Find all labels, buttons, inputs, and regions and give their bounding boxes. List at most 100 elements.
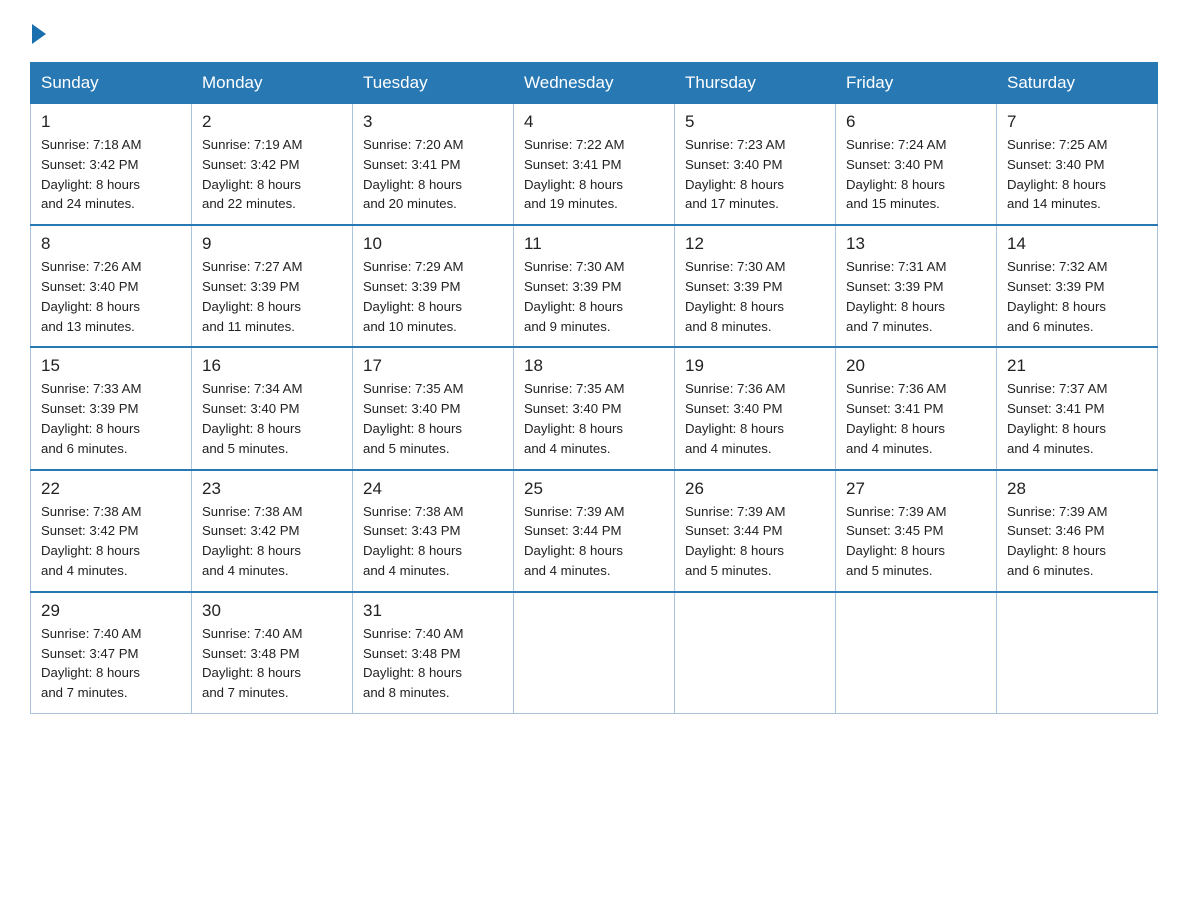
calendar-cell: 25 Sunrise: 7:39 AMSunset: 3:44 PMDaylig…	[514, 470, 675, 592]
day-number: 13	[846, 234, 986, 254]
logo-arrow-icon	[32, 24, 46, 44]
day-header-wednesday: Wednesday	[514, 63, 675, 104]
day-number: 28	[1007, 479, 1147, 499]
day-header-thursday: Thursday	[675, 63, 836, 104]
day-header-monday: Monday	[192, 63, 353, 104]
day-number: 25	[524, 479, 664, 499]
calendar-cell: 30 Sunrise: 7:40 AMSunset: 3:48 PMDaylig…	[192, 592, 353, 714]
day-info: Sunrise: 7:40 AMSunset: 3:47 PMDaylight:…	[41, 624, 181, 703]
day-number: 17	[363, 356, 503, 376]
calendar-cell: 28 Sunrise: 7:39 AMSunset: 3:46 PMDaylig…	[997, 470, 1158, 592]
calendar-cell: 12 Sunrise: 7:30 AMSunset: 3:39 PMDaylig…	[675, 225, 836, 347]
calendar-cell: 7 Sunrise: 7:25 AMSunset: 3:40 PMDayligh…	[997, 104, 1158, 226]
day-info: Sunrise: 7:22 AMSunset: 3:41 PMDaylight:…	[524, 135, 664, 214]
day-info: Sunrise: 7:33 AMSunset: 3:39 PMDaylight:…	[41, 379, 181, 458]
day-number: 16	[202, 356, 342, 376]
day-header-tuesday: Tuesday	[353, 63, 514, 104]
day-header-friday: Friday	[836, 63, 997, 104]
calendar-cell	[514, 592, 675, 714]
day-number: 18	[524, 356, 664, 376]
day-number: 20	[846, 356, 986, 376]
day-info: Sunrise: 7:38 AMSunset: 3:42 PMDaylight:…	[41, 502, 181, 581]
day-number: 19	[685, 356, 825, 376]
calendar-cell: 5 Sunrise: 7:23 AMSunset: 3:40 PMDayligh…	[675, 104, 836, 226]
day-number: 1	[41, 112, 181, 132]
page-header	[30, 20, 1158, 44]
calendar-week-row: 8 Sunrise: 7:26 AMSunset: 3:40 PMDayligh…	[31, 225, 1158, 347]
day-info: Sunrise: 7:30 AMSunset: 3:39 PMDaylight:…	[524, 257, 664, 336]
calendar-week-row: 1 Sunrise: 7:18 AMSunset: 3:42 PMDayligh…	[31, 104, 1158, 226]
day-info: Sunrise: 7:27 AMSunset: 3:39 PMDaylight:…	[202, 257, 342, 336]
calendar-cell: 8 Sunrise: 7:26 AMSunset: 3:40 PMDayligh…	[31, 225, 192, 347]
calendar-cell	[997, 592, 1158, 714]
calendar-cell: 22 Sunrise: 7:38 AMSunset: 3:42 PMDaylig…	[31, 470, 192, 592]
day-number: 22	[41, 479, 181, 499]
day-number: 11	[524, 234, 664, 254]
day-number: 5	[685, 112, 825, 132]
calendar-table: SundayMondayTuesdayWednesdayThursdayFrid…	[30, 62, 1158, 714]
calendar-cell: 31 Sunrise: 7:40 AMSunset: 3:48 PMDaylig…	[353, 592, 514, 714]
day-info: Sunrise: 7:35 AMSunset: 3:40 PMDaylight:…	[524, 379, 664, 458]
calendar-cell: 11 Sunrise: 7:30 AMSunset: 3:39 PMDaylig…	[514, 225, 675, 347]
calendar-week-row: 29 Sunrise: 7:40 AMSunset: 3:47 PMDaylig…	[31, 592, 1158, 714]
logo	[30, 20, 46, 44]
day-number: 2	[202, 112, 342, 132]
day-info: Sunrise: 7:38 AMSunset: 3:42 PMDaylight:…	[202, 502, 342, 581]
day-number: 12	[685, 234, 825, 254]
day-info: Sunrise: 7:36 AMSunset: 3:40 PMDaylight:…	[685, 379, 825, 458]
day-number: 9	[202, 234, 342, 254]
day-info: Sunrise: 7:38 AMSunset: 3:43 PMDaylight:…	[363, 502, 503, 581]
calendar-cell: 17 Sunrise: 7:35 AMSunset: 3:40 PMDaylig…	[353, 347, 514, 469]
day-info: Sunrise: 7:25 AMSunset: 3:40 PMDaylight:…	[1007, 135, 1147, 214]
calendar-week-row: 15 Sunrise: 7:33 AMSunset: 3:39 PMDaylig…	[31, 347, 1158, 469]
day-number: 23	[202, 479, 342, 499]
day-info: Sunrise: 7:40 AMSunset: 3:48 PMDaylight:…	[363, 624, 503, 703]
day-info: Sunrise: 7:39 AMSunset: 3:45 PMDaylight:…	[846, 502, 986, 581]
calendar-cell: 14 Sunrise: 7:32 AMSunset: 3:39 PMDaylig…	[997, 225, 1158, 347]
calendar-cell: 20 Sunrise: 7:36 AMSunset: 3:41 PMDaylig…	[836, 347, 997, 469]
day-info: Sunrise: 7:24 AMSunset: 3:40 PMDaylight:…	[846, 135, 986, 214]
calendar-cell: 23 Sunrise: 7:38 AMSunset: 3:42 PMDaylig…	[192, 470, 353, 592]
day-info: Sunrise: 7:32 AMSunset: 3:39 PMDaylight:…	[1007, 257, 1147, 336]
calendar-cell: 21 Sunrise: 7:37 AMSunset: 3:41 PMDaylig…	[997, 347, 1158, 469]
day-number: 26	[685, 479, 825, 499]
calendar-cell: 26 Sunrise: 7:39 AMSunset: 3:44 PMDaylig…	[675, 470, 836, 592]
calendar-cell	[675, 592, 836, 714]
day-info: Sunrise: 7:20 AMSunset: 3:41 PMDaylight:…	[363, 135, 503, 214]
calendar-cell: 27 Sunrise: 7:39 AMSunset: 3:45 PMDaylig…	[836, 470, 997, 592]
calendar-cell: 4 Sunrise: 7:22 AMSunset: 3:41 PMDayligh…	[514, 104, 675, 226]
day-info: Sunrise: 7:34 AMSunset: 3:40 PMDaylight:…	[202, 379, 342, 458]
calendar-header-row: SundayMondayTuesdayWednesdayThursdayFrid…	[31, 63, 1158, 104]
day-header-saturday: Saturday	[997, 63, 1158, 104]
day-number: 29	[41, 601, 181, 621]
calendar-cell: 3 Sunrise: 7:20 AMSunset: 3:41 PMDayligh…	[353, 104, 514, 226]
calendar-cell: 24 Sunrise: 7:38 AMSunset: 3:43 PMDaylig…	[353, 470, 514, 592]
calendar-cell: 2 Sunrise: 7:19 AMSunset: 3:42 PMDayligh…	[192, 104, 353, 226]
calendar-cell: 1 Sunrise: 7:18 AMSunset: 3:42 PMDayligh…	[31, 104, 192, 226]
day-number: 4	[524, 112, 664, 132]
day-info: Sunrise: 7:39 AMSunset: 3:44 PMDaylight:…	[524, 502, 664, 581]
day-info: Sunrise: 7:30 AMSunset: 3:39 PMDaylight:…	[685, 257, 825, 336]
day-info: Sunrise: 7:40 AMSunset: 3:48 PMDaylight:…	[202, 624, 342, 703]
day-number: 15	[41, 356, 181, 376]
calendar-week-row: 22 Sunrise: 7:38 AMSunset: 3:42 PMDaylig…	[31, 470, 1158, 592]
day-info: Sunrise: 7:39 AMSunset: 3:44 PMDaylight:…	[685, 502, 825, 581]
calendar-cell: 18 Sunrise: 7:35 AMSunset: 3:40 PMDaylig…	[514, 347, 675, 469]
calendar-cell: 16 Sunrise: 7:34 AMSunset: 3:40 PMDaylig…	[192, 347, 353, 469]
calendar-cell	[836, 592, 997, 714]
day-info: Sunrise: 7:31 AMSunset: 3:39 PMDaylight:…	[846, 257, 986, 336]
day-info: Sunrise: 7:37 AMSunset: 3:41 PMDaylight:…	[1007, 379, 1147, 458]
calendar-cell: 10 Sunrise: 7:29 AMSunset: 3:39 PMDaylig…	[353, 225, 514, 347]
day-number: 27	[846, 479, 986, 499]
calendar-cell: 13 Sunrise: 7:31 AMSunset: 3:39 PMDaylig…	[836, 225, 997, 347]
day-number: 30	[202, 601, 342, 621]
day-info: Sunrise: 7:26 AMSunset: 3:40 PMDaylight:…	[41, 257, 181, 336]
day-number: 8	[41, 234, 181, 254]
day-number: 14	[1007, 234, 1147, 254]
day-number: 7	[1007, 112, 1147, 132]
day-info: Sunrise: 7:23 AMSunset: 3:40 PMDaylight:…	[685, 135, 825, 214]
day-header-sunday: Sunday	[31, 63, 192, 104]
day-info: Sunrise: 7:29 AMSunset: 3:39 PMDaylight:…	[363, 257, 503, 336]
calendar-cell: 15 Sunrise: 7:33 AMSunset: 3:39 PMDaylig…	[31, 347, 192, 469]
day-info: Sunrise: 7:19 AMSunset: 3:42 PMDaylight:…	[202, 135, 342, 214]
